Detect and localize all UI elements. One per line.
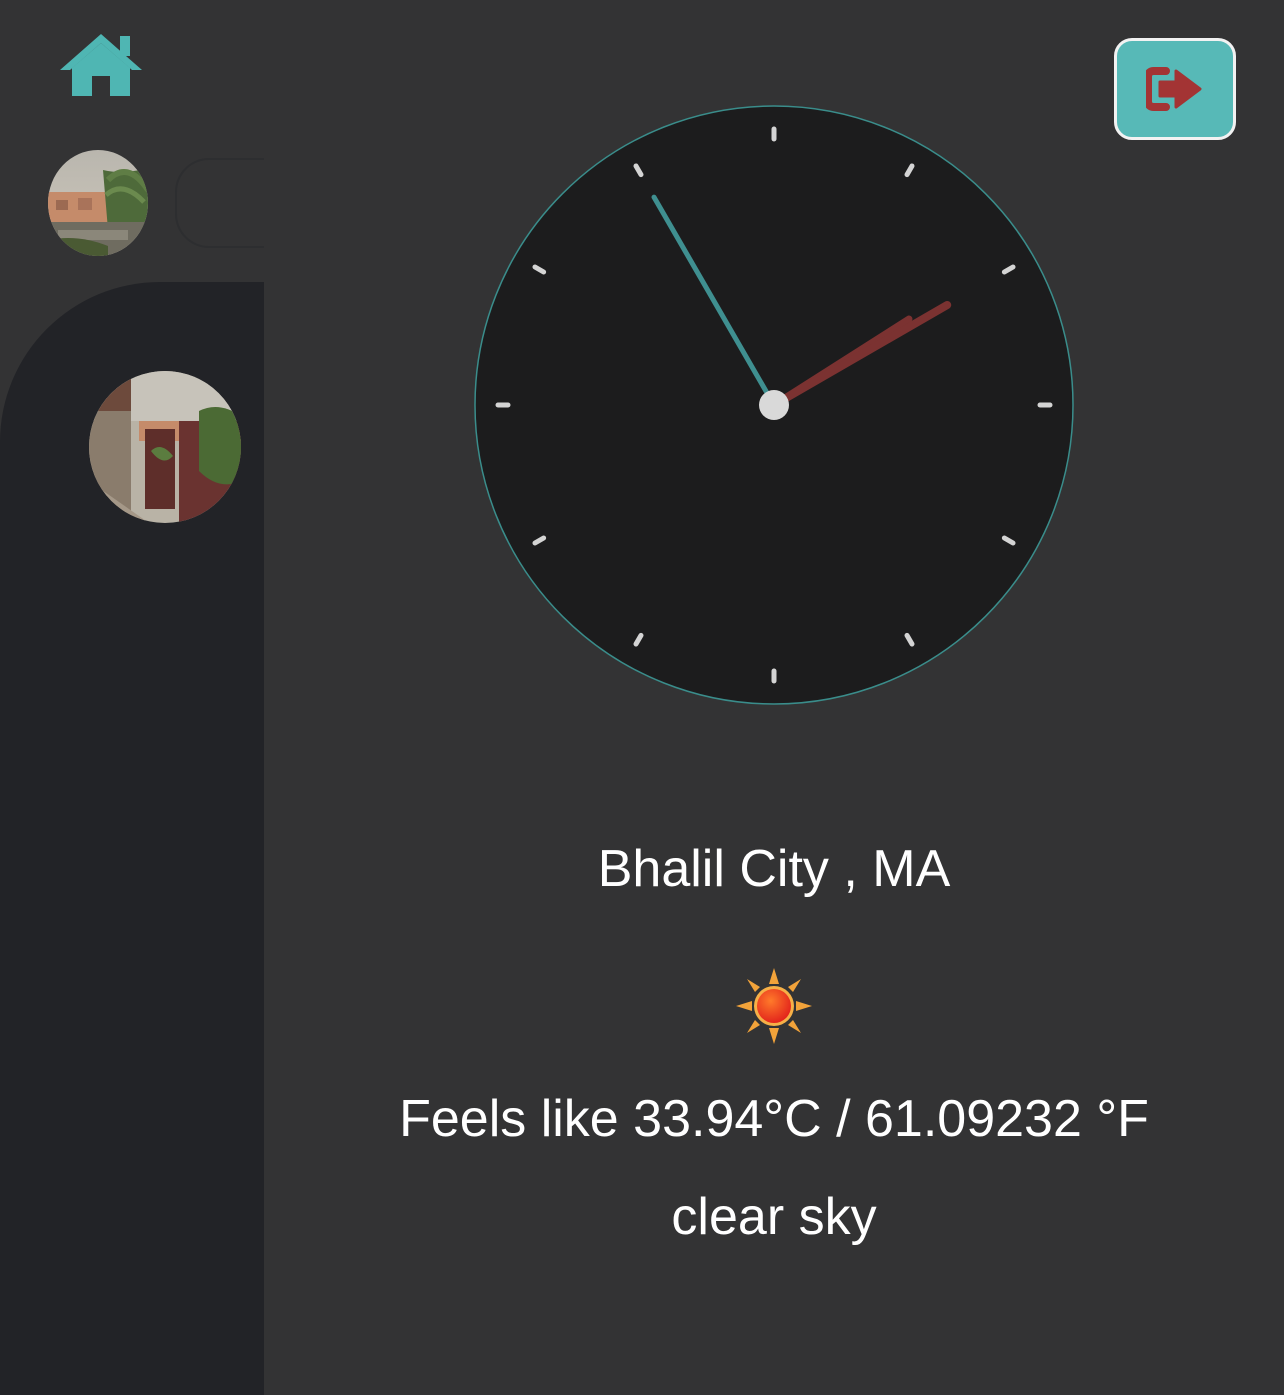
analog-clock [474, 105, 1074, 705]
home-button[interactable] [58, 30, 144, 100]
clock-center-cap [759, 390, 789, 420]
rooftop-photo [89, 371, 241, 523]
logout-button[interactable] [1114, 38, 1236, 140]
feels-like-label: Feels like 33.94°C / 61.09232 °F [399, 1090, 1149, 1148]
page: Bhalil City , MA Feels like 33.94°C / 61… [0, 0, 1284, 1395]
sun-icon [736, 968, 812, 1044]
profile-photo [48, 150, 148, 256]
location-label: Bhalil City , MA [597, 840, 951, 898]
weather-description: clear sky [671, 1188, 877, 1246]
home-icon [60, 34, 142, 96]
profile-avatar[interactable] [48, 150, 148, 256]
search-field[interactable] [175, 158, 264, 248]
photo-avatar[interactable] [89, 371, 241, 523]
logout-icon [1146, 67, 1202, 111]
